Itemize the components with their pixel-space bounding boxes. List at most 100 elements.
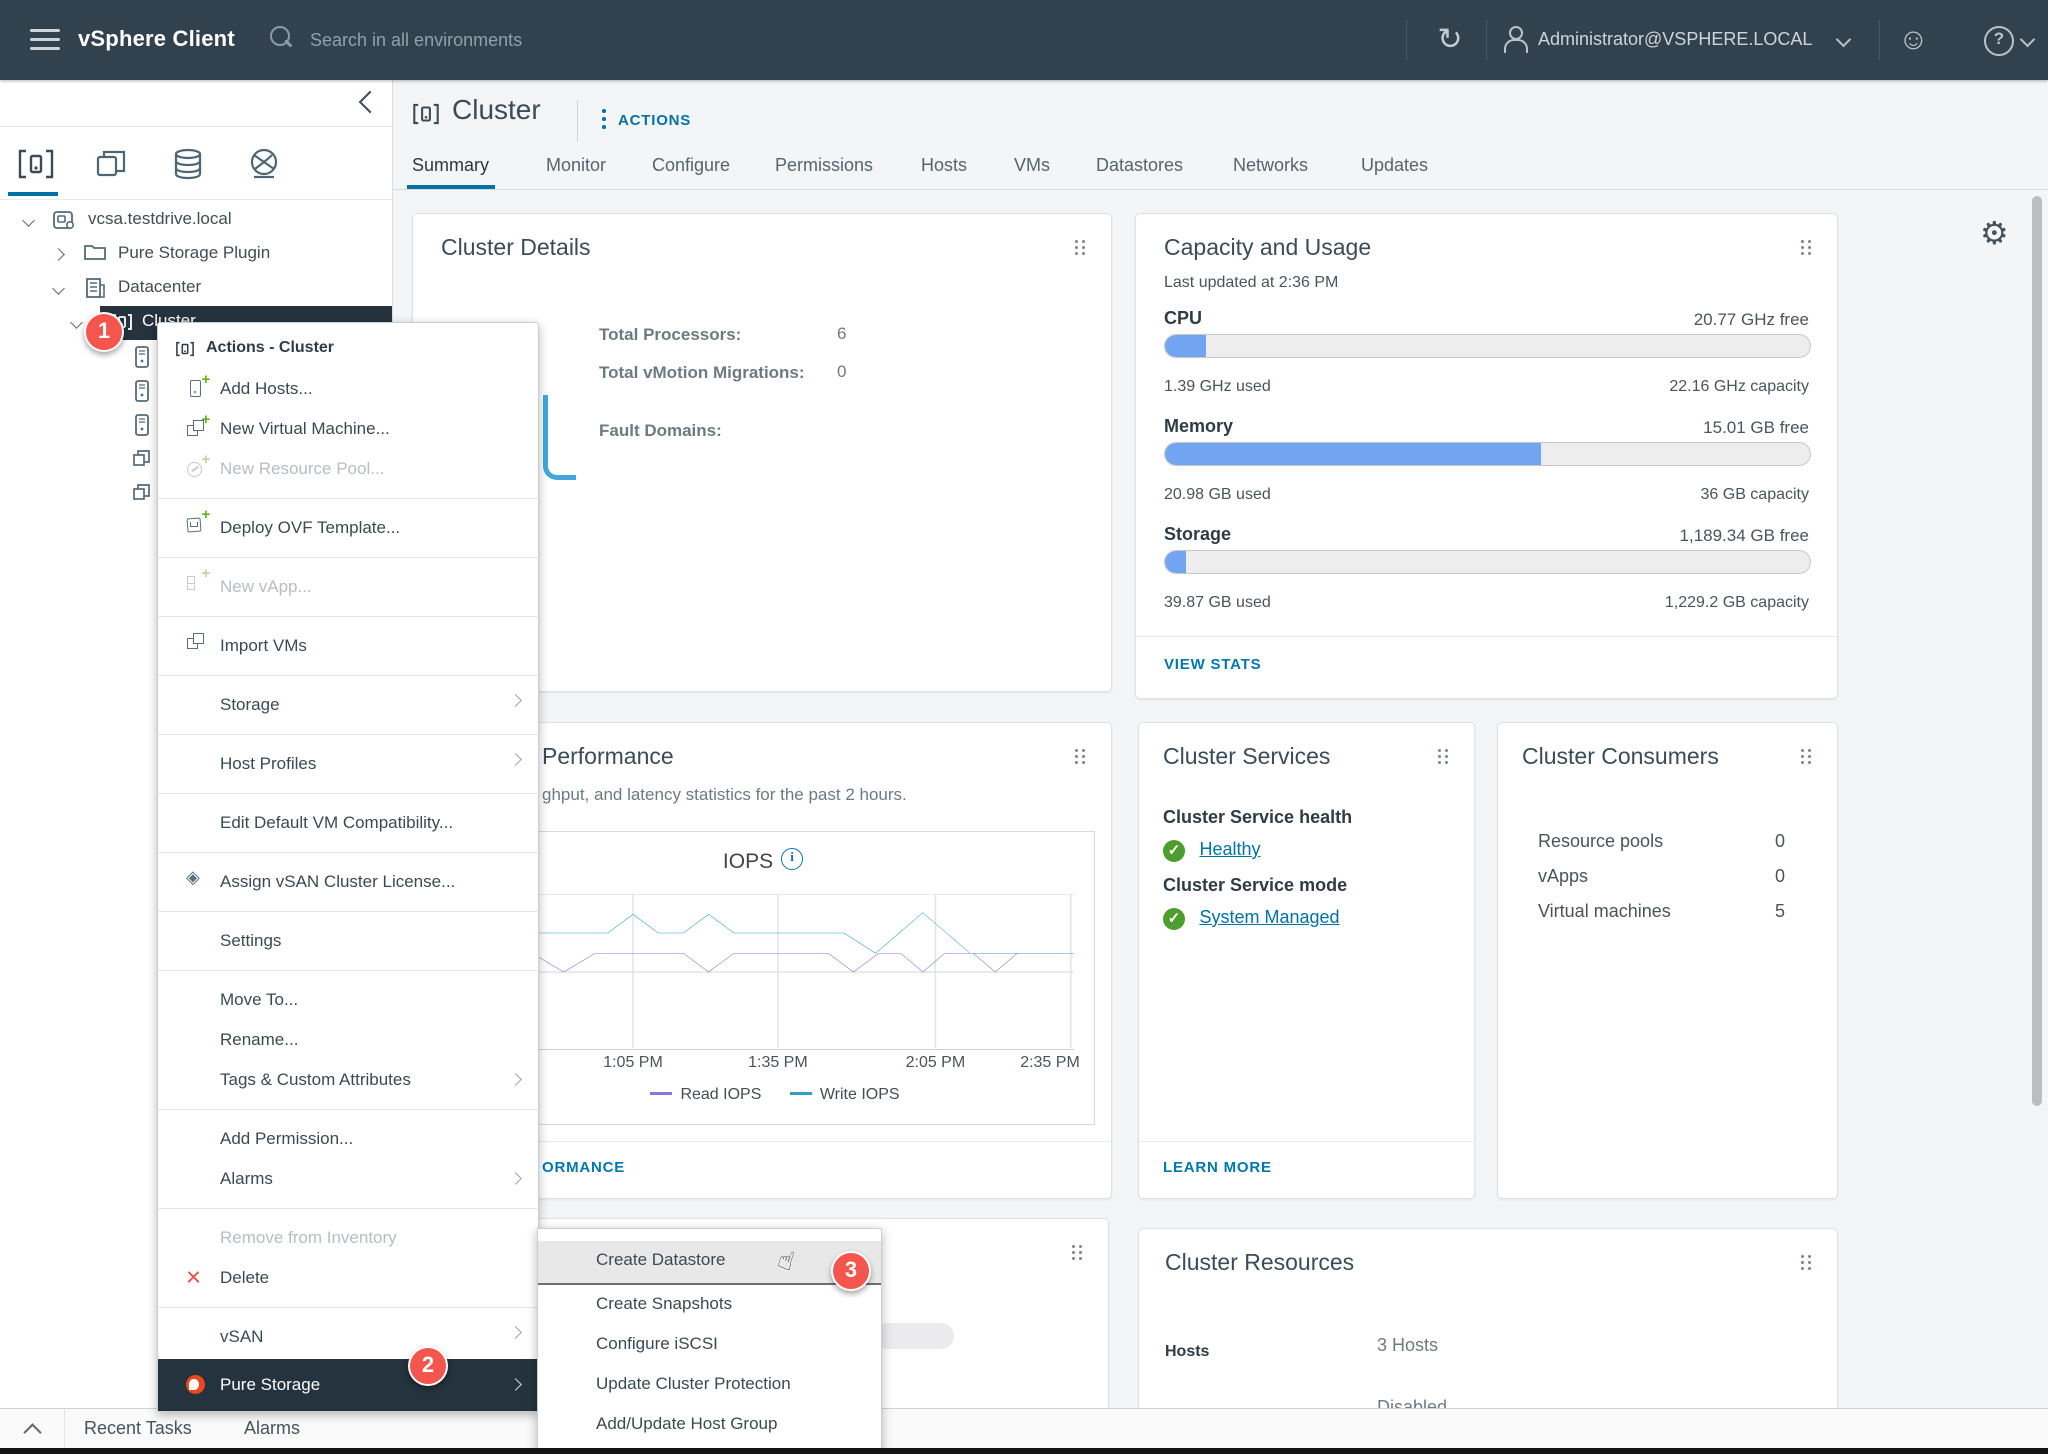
menu-item-new-resource-pool[interactable]: New Resource Pool... <box>158 449 538 489</box>
drag-handle-icon[interactable] <box>1072 1245 1084 1261</box>
recent-tasks-button[interactable]: Recent Tasks <box>84 1418 192 1439</box>
storage-icon[interactable] <box>168 146 208 182</box>
learn-more-link[interactable]: LEARN MORE <box>1163 1159 1272 1176</box>
resource-pools-label: Resource pools <box>1538 831 1663 852</box>
capacity-usage-card: Capacity and Usage Last updated at 2:36 … <box>1135 213 1838 699</box>
search-input[interactable] <box>308 20 872 60</box>
drag-handle-icon[interactable] <box>1438 749 1450 765</box>
global-search[interactable] <box>268 20 888 60</box>
gear-icon[interactable]: ⚙ <box>1980 214 2009 252</box>
view-performance-link[interactable]: ORMANCE <box>542 1159 625 1176</box>
service-mode-label: Cluster Service mode <box>1163 875 1347 896</box>
vapps-value: 0 <box>1775 866 1785 887</box>
tab-hosts[interactable]: Hosts <box>921 155 967 176</box>
menu-item-assign-vsan-cluster-license[interactable]: Assign vSAN Cluster License... <box>158 852 538 902</box>
help-icon[interactable] <box>1984 26 2014 56</box>
menu-item-delete[interactable]: Delete <box>158 1258 538 1298</box>
chevron-down-icon[interactable] <box>2020 32 2036 48</box>
cpu-free: 20.77 GHz free <box>1694 310 1809 330</box>
menu-item-rename[interactable]: Rename... <box>158 1020 538 1060</box>
chevron-down-icon[interactable] <box>70 316 83 329</box>
actions-button[interactable]: ACTIONS <box>618 112 691 129</box>
active-inventory-tab-underline <box>8 192 58 196</box>
drag-handle-icon[interactable] <box>1075 240 1087 256</box>
actions-menu-icon[interactable] <box>602 109 606 133</box>
menu-item-remove-from-inventory[interactable]: Remove from Inventory <box>158 1208 538 1258</box>
tree-item-vcenter[interactable]: vcsa.testdrive.local <box>0 204 392 238</box>
menu-item-host-profiles[interactable]: Host Profiles <box>158 734 538 784</box>
read-iops-swatch <box>650 1092 672 1095</box>
window-bottom-edge <box>0 1448 2048 1454</box>
tab-monitor[interactable]: Monitor <box>546 155 606 176</box>
x-tick: 2:05 PM <box>906 1054 966 1072</box>
vertical-scrollbar[interactable] <box>2032 196 2042 1106</box>
vm-icon <box>132 448 152 468</box>
header-divider <box>1406 20 1407 60</box>
cluster-consumers-card: Cluster Consumers Resource pools 0 vApps… <box>1497 722 1838 1199</box>
menu-item-tags-custom-attributes[interactable]: Tags & Custom Attributes <box>158 1060 538 1100</box>
collapse-sidebar-icon[interactable] <box>359 91 382 114</box>
healthy-link[interactable]: Healthy <box>1199 839 1260 859</box>
menu-item-import-vms[interactable]: Import VMs <box>158 616 538 666</box>
menu-item-vsan[interactable]: vSAN <box>158 1307 538 1357</box>
memory-progress-bar <box>1164 442 1811 466</box>
chevron-down-icon[interactable] <box>1836 32 1852 48</box>
tab-vms[interactable]: VMs <box>1014 155 1050 176</box>
hosts-and-clusters-icon[interactable] <box>16 146 56 182</box>
menu-item-move-to[interactable]: Move To... <box>158 970 538 1020</box>
tab-summary[interactable]: Summary <box>412 155 489 176</box>
service-health-label: Cluster Service health <box>1163 807 1352 828</box>
menu-item-add-permission[interactable]: Add Permission... <box>158 1109 538 1159</box>
tree-item-datacenter[interactable]: Datacenter <box>0 272 392 306</box>
chevron-right-icon[interactable] <box>52 248 65 261</box>
menu-item-deploy-ovf-template[interactable]: Deploy OVF Template... <box>158 498 538 548</box>
submenu-item-configure-iscsi[interactable]: Configure iSCSI <box>538 1325 881 1365</box>
tab-permissions[interactable]: Permissions <box>775 155 873 176</box>
user-menu[interactable]: Administrator@VSPHERE.LOCAL <box>1538 29 1812 50</box>
menu-item-settings[interactable]: Settings <box>158 911 538 961</box>
drag-handle-icon[interactable] <box>1801 240 1813 256</box>
tab-networks[interactable]: Networks <box>1233 155 1308 176</box>
submenu-item-add-update-host-group[interactable]: Add/Update Host Group <box>538 1405 881 1445</box>
menu-item-alarms[interactable]: Alarms <box>158 1159 538 1199</box>
tab-configure[interactable]: Configure <box>652 155 730 176</box>
annotation-step-2: 2 <box>408 1346 448 1386</box>
chevron-down-icon[interactable] <box>52 282 65 295</box>
submenu-item-create-snapshots[interactable]: Create Snapshots <box>538 1285 881 1325</box>
networking-icon[interactable] <box>244 146 284 182</box>
refresh-icon[interactable]: ↻ <box>1432 20 1468 60</box>
alarms-button[interactable]: Alarms <box>244 1418 300 1439</box>
drag-handle-icon[interactable] <box>1075 749 1087 765</box>
virtual-machines-value: 5 <box>1775 901 1785 922</box>
vms-and-templates-icon[interactable] <box>92 146 132 182</box>
app-title: vSphere Client <box>78 26 235 52</box>
menu-item-add-hosts[interactable]: Add Hosts... <box>158 369 538 409</box>
view-stats-link[interactable]: VIEW STATS <box>1164 656 1261 673</box>
new-vapp-icon <box>186 574 206 592</box>
drag-handle-icon[interactable] <box>1801 749 1813 765</box>
submenu-item-create-datastore[interactable]: Create Datastore <box>538 1241 881 1285</box>
host-icon <box>134 414 150 436</box>
chevron-down-icon[interactable] <box>22 214 35 227</box>
system-managed-link[interactable]: System Managed <box>1199 907 1339 927</box>
tab-datastores[interactable]: Datastores <box>1096 155 1183 176</box>
hosts-label: Hosts <box>1165 1343 1209 1361</box>
cluster-page-icon <box>410 101 442 127</box>
menu-item-storage[interactable]: Storage <box>158 675 538 725</box>
menu-item-pure-storage[interactable]: Pure Storage <box>158 1359 538 1411</box>
feedback-smiley-icon[interactable]: ☺ <box>1898 22 1929 58</box>
expand-panel-icon[interactable] <box>23 1423 41 1441</box>
menu-item-new-virtual-machine[interactable]: New Virtual Machine... <box>158 409 538 449</box>
menu-item-edit-default-vm-compatibility[interactable]: Edit Default VM Compatibility... <box>158 793 538 843</box>
submenu-arrow-icon <box>509 1378 522 1391</box>
menu-item-new-vapp[interactable]: New vApp... <box>158 557 538 607</box>
new-vm-icon <box>186 420 206 438</box>
drag-handle-icon[interactable] <box>1801 1255 1813 1271</box>
info-icon[interactable] <box>781 848 803 870</box>
cpu-progress-bar <box>1164 334 1811 358</box>
hamburger-menu-icon[interactable] <box>30 29 60 51</box>
tab-strip-border <box>392 189 2048 190</box>
tree-item-pure-storage-plugin[interactable]: Pure Storage Plugin <box>0 238 392 272</box>
tab-updates[interactable]: Updates <box>1361 155 1428 176</box>
submenu-item-update-cluster-protection[interactable]: Update Cluster Protection <box>538 1365 881 1405</box>
